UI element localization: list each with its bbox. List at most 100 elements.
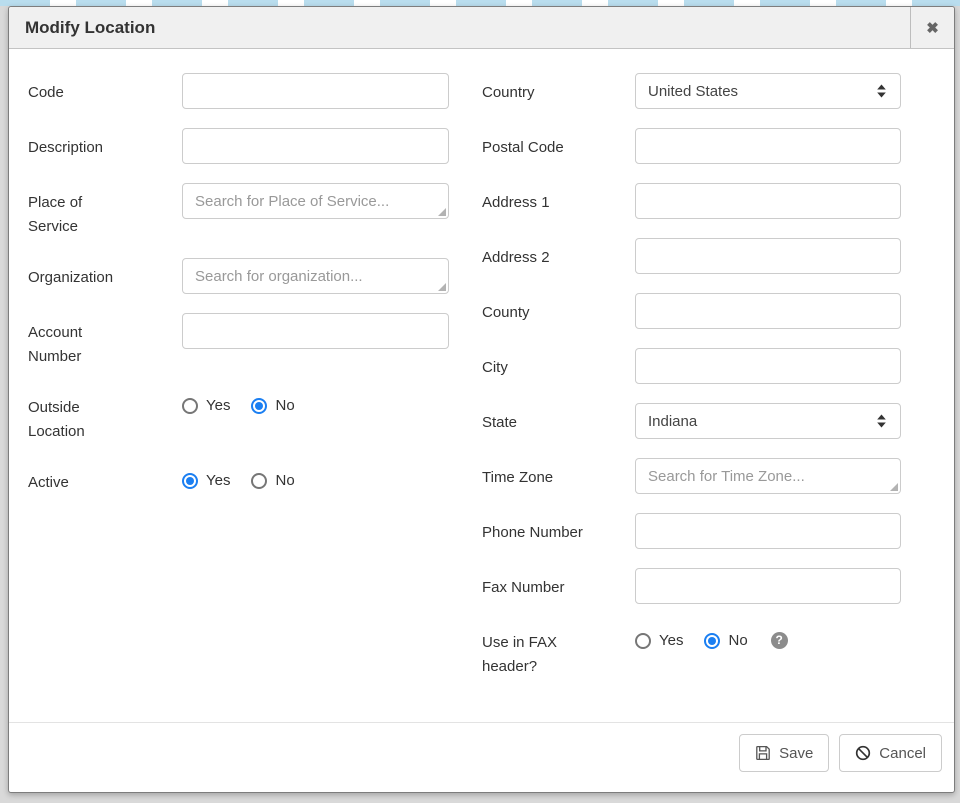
- resize-grip-icon: [890, 483, 898, 491]
- address-2-input[interactable]: [635, 238, 901, 274]
- time-zone-search-input[interactable]: [635, 458, 901, 494]
- field-row-time-zone: Time Zone: [482, 458, 901, 494]
- radio-unselected-icon[interactable]: [182, 398, 198, 414]
- address-2-label: Address 2: [482, 238, 635, 274]
- save-button-label: Save: [779, 745, 813, 762]
- account-number-label: Account Number: [28, 313, 182, 369]
- time-zone-control: [635, 458, 901, 494]
- country-control: United States: [635, 73, 901, 109]
- fax-number-input[interactable]: [635, 568, 901, 604]
- state-select[interactable]: Indiana: [635, 403, 901, 439]
- field-row-address-1: Address 1: [482, 183, 901, 219]
- city-label: City: [482, 348, 635, 384]
- account-number-control: [182, 313, 449, 369]
- modal-header: Modify Location ✖: [9, 7, 954, 49]
- radio-unselected-icon[interactable]: [251, 473, 267, 489]
- use-in-fax-header-radio-yes-label: Yes: [659, 632, 683, 649]
- resize-grip-icon: [438, 208, 446, 216]
- outside-location-radio-no[interactable]: No: [251, 397, 294, 414]
- address-1-label: Address 1: [482, 183, 635, 219]
- modal-title: Modify Location: [9, 7, 910, 48]
- updown-arrows-icon: [876, 414, 887, 428]
- outside-location-radio-yes[interactable]: Yes: [182, 397, 230, 414]
- place-of-service-search-input[interactable]: [182, 183, 449, 219]
- radio-selected-icon[interactable]: [251, 398, 267, 414]
- use-in-fax-header-radio-no[interactable]: No: [704, 632, 747, 649]
- address-1-input[interactable]: [635, 183, 901, 219]
- field-row-code: Code: [28, 73, 449, 109]
- account-number-input[interactable]: [182, 313, 449, 349]
- organization-control: [182, 258, 449, 294]
- form-column-right: Country United States Postal Code Address 1…: [482, 73, 901, 698]
- country-label: Country: [482, 73, 635, 109]
- fax-number-label: Fax Number: [482, 568, 635, 604]
- field-row-state: StateIndiana: [482, 403, 901, 439]
- address-2-control: [635, 238, 901, 274]
- field-row-city: City: [482, 348, 901, 384]
- use-in-fax-header-radio-yes[interactable]: Yes: [635, 632, 683, 649]
- modify-location-modal: Modify Location ✖ Code Description Place o…: [8, 6, 955, 793]
- outside-location-radio-yes-label: Yes: [206, 397, 230, 414]
- help-icon[interactable]: ?: [771, 632, 788, 649]
- phone-number-control: [635, 513, 901, 549]
- field-row-postal-code: Postal Code: [482, 128, 901, 164]
- close-button[interactable]: ✖: [910, 7, 954, 48]
- active-radio-yes-label: Yes: [206, 472, 230, 489]
- country-select-value: United States: [648, 83, 738, 100]
- modal-footer: Save Cancel: [9, 722, 954, 792]
- radio-unselected-icon[interactable]: [635, 633, 651, 649]
- use-in-fax-header-radio-no-label: No: [728, 632, 747, 649]
- description-input[interactable]: [182, 128, 449, 164]
- save-button[interactable]: Save: [739, 734, 829, 772]
- close-icon: ✖: [926, 19, 939, 37]
- active-radio-yes[interactable]: Yes: [182, 472, 230, 489]
- radio-selected-icon[interactable]: [182, 473, 198, 489]
- use-in-fax-header-radio-group: Yes No?: [635, 623, 901, 649]
- field-row-address-2: Address 2: [482, 238, 901, 274]
- field-row-fax-number: Fax Number: [482, 568, 901, 604]
- save-icon: [755, 745, 771, 761]
- phone-number-input[interactable]: [635, 513, 901, 549]
- field-row-outside-location: Outside Location Yes No: [28, 388, 449, 444]
- organization-search-input[interactable]: [182, 258, 449, 294]
- resize-grip-icon: [438, 283, 446, 291]
- use-in-fax-header-control: Yes No?: [635, 623, 901, 679]
- city-control: [635, 348, 901, 384]
- field-row-country: Country United States: [482, 73, 901, 109]
- city-input[interactable]: [635, 348, 901, 384]
- time-zone-search[interactable]: [635, 458, 901, 494]
- code-label: Code: [28, 73, 182, 109]
- place-of-service-search[interactable]: [182, 183, 449, 219]
- county-control: [635, 293, 901, 329]
- field-row-description: Description: [28, 128, 449, 164]
- country-select[interactable]: United States: [635, 73, 901, 109]
- cancel-button[interactable]: Cancel: [839, 734, 942, 772]
- place-of-service-label: Place of Service: [28, 183, 182, 239]
- field-row-phone-number: Phone Number: [482, 513, 901, 549]
- fax-number-control: [635, 568, 901, 604]
- county-label: County: [482, 293, 635, 329]
- field-row-organization: Organization: [28, 258, 449, 294]
- postal-code-label: Postal Code: [482, 128, 635, 164]
- active-label: Active: [28, 463, 182, 499]
- field-row-county: County: [482, 293, 901, 329]
- description-label: Description: [28, 128, 182, 164]
- outside-location-radio-no-label: No: [275, 397, 294, 414]
- active-radio-group: Yes No: [182, 463, 449, 489]
- description-control: [182, 128, 449, 164]
- cancel-button-label: Cancel: [879, 745, 926, 762]
- state-select-value: Indiana: [648, 413, 697, 430]
- postal-code-input[interactable]: [635, 128, 901, 164]
- outside-location-control: Yes No: [182, 388, 449, 444]
- organization-search[interactable]: [182, 258, 449, 294]
- outside-location-label: Outside Location: [28, 388, 182, 444]
- active-radio-no-label: No: [275, 472, 294, 489]
- field-row-account-number: Account Number: [28, 313, 449, 369]
- county-input[interactable]: [635, 293, 901, 329]
- code-control: [182, 73, 449, 109]
- radio-selected-icon[interactable]: [704, 633, 720, 649]
- code-input[interactable]: [182, 73, 449, 109]
- outside-location-radio-group: Yes No: [182, 388, 449, 414]
- active-radio-no[interactable]: No: [251, 472, 294, 489]
- organization-label: Organization: [28, 258, 182, 294]
